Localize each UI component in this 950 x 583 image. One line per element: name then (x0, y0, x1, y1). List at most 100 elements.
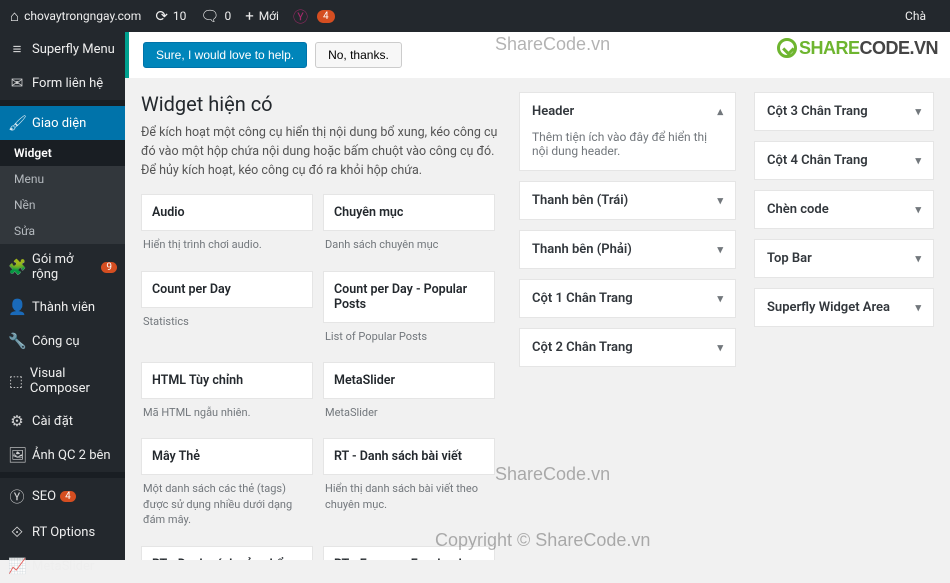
menu-item[interactable]: ✉Form liên hệ (0, 66, 125, 100)
comments-count: 0 (224, 9, 231, 23)
menu-item[interactable]: ⟐RT Options (0, 515, 125, 549)
site-title: chovaytrongngay.com (24, 9, 141, 23)
widget-area[interactable]: Thanh bên (Trái) ▾ (519, 181, 736, 220)
menu-item[interactable]: 🧩Gói mở rộng9 (0, 244, 125, 290)
menu-label: Công cụ (32, 334, 80, 349)
submenu-item[interactable]: Menu (0, 166, 125, 192)
main-content: Sure, I would love to help. No, thanks. … (125, 32, 950, 560)
available-widget[interactable]: RT - Danh sách sản phẩmHiển thị danh sác… (141, 546, 313, 560)
widget-area-header[interactable]: Header ▴ (520, 93, 735, 130)
submenu-item[interactable]: Sửa (0, 218, 125, 244)
chevron-down-icon: ▾ (915, 154, 921, 167)
widget-title: Count per Day - Popular Posts (323, 271, 495, 323)
submenu-item[interactable]: Widget (0, 140, 125, 166)
update-icon: ⟳ (155, 7, 168, 25)
widget-title: Mây Thẻ (141, 438, 313, 475)
widget-description: MetaSlider (323, 399, 495, 428)
new-label: Mới (259, 9, 279, 23)
widget-area-header[interactable]: Cột 2 Chân Trang ▾ (520, 329, 735, 366)
widget-area-header[interactable]: Cột 1 Chân Trang ▾ (520, 280, 735, 317)
greeting: Chà (905, 9, 926, 23)
available-widget[interactable]: Count per DayStatistics (141, 271, 313, 352)
widget-area-description: Thêm tiện ích vào đây để hiển thị nội du… (520, 130, 735, 170)
new-content-link[interactable]: +Mới (245, 7, 279, 25)
notice-no-button[interactable]: No, thanks. (315, 42, 402, 68)
menu-label: Giao diện (32, 116, 86, 131)
widget-title: Chuyên mục (323, 194, 495, 231)
menu-label: Cài đặt (32, 414, 73, 429)
menu-item[interactable]: 🖼 Ảnh QC 2 bên (0, 438, 125, 472)
widget-area-title: Chèn code (767, 202, 829, 217)
widget-area-header[interactable]: Thanh bên (Phải) ▾ (520, 231, 735, 268)
menu-label: SEO (32, 489, 56, 504)
menu-item[interactable]: ⚙Cài đặt (0, 404, 125, 438)
menu-label: Ảnh QC 2 bên (32, 448, 111, 463)
available-widget[interactable]: Count per Day - Popular PostsList of Pop… (323, 271, 495, 352)
menu-icon: ✉ (8, 74, 26, 92)
menu-item[interactable]: ≡Superfly Menu (0, 32, 125, 66)
available-widget[interactable]: RT - Danh sách bài viếtHiển thị danh sác… (323, 438, 495, 535)
available-widget[interactable]: Mây ThẻMột danh sách các thẻ (tags) được… (141, 438, 313, 535)
menu-label: Gói mở rộng (32, 252, 97, 282)
widget-area-header[interactable]: Superfly Widget Area ▾ (755, 289, 933, 326)
widget-area[interactable]: Superfly Widget Area ▾ (754, 288, 934, 327)
menu-icon: ≡ (8, 40, 26, 58)
available-widget[interactable]: HTML Tùy chỉnhMã HTML ngẫu nhiên. (141, 362, 313, 428)
widget-area-header[interactable]: Chèn code ▾ (755, 191, 933, 228)
notice-yes-button[interactable]: Sure, I would love to help. (143, 42, 307, 68)
widget-area[interactable]: Cột 3 Chân Trang ▾ (754, 92, 934, 131)
menu-item[interactable]: ⬚Visual Composer (0, 358, 125, 404)
chevron-down-icon: ▾ (717, 194, 723, 207)
menu-label: RT Options (32, 525, 95, 540)
widget-title: Audio (141, 194, 313, 231)
widget-title: Count per Day (141, 271, 313, 308)
available-widgets-column: Widget hiện có Để kích hoạt một công cụ … (141, 92, 501, 560)
comments-link[interactable]: 🗨0 (200, 7, 231, 25)
widget-area-header[interactable]: Thanh bên (Trái) ▾ (520, 182, 735, 219)
widget-area-header[interactable]: Top Bar ▾ (755, 240, 933, 277)
menu-appearance[interactable]: 🖌 Giao diện (0, 106, 125, 140)
page-description: Để kích hoạt một công cụ hiển thị nội du… (141, 124, 501, 180)
menu-label: Visual Composer (30, 366, 117, 396)
widget-area[interactable]: Header ▴ Thêm tiện ích vào đây để hiển t… (519, 92, 736, 171)
available-widget[interactable]: MetaSliderMetaSlider (323, 362, 495, 428)
comment-icon: 🗨 (200, 7, 219, 25)
top-right[interactable]: Chà (905, 9, 926, 23)
admin-toolbar: ⌂chovaytrongngay.com ⟳10 🗨0 +Mới Ⓨ4 Chà (0, 0, 950, 32)
brush-icon: 🖌 (8, 114, 26, 132)
menu-label: Thành viên (32, 300, 95, 315)
site-home-link[interactable]: ⌂ chovaytrongngay.com (10, 7, 141, 25)
widget-area[interactable]: Cột 1 Chân Trang ▾ (519, 279, 736, 318)
yoast-link[interactable]: Ⓨ4 (293, 6, 335, 27)
widget-area[interactable]: Thanh bên (Phải) ▾ (519, 230, 736, 269)
widget-area[interactable]: Cột 4 Chân Trang ▾ (754, 141, 934, 180)
menu-item[interactable]: 📈MetaSlider (0, 549, 125, 583)
available-widget[interactable]: RT - Fanpage FacebookThêm like fanpage (323, 546, 495, 560)
widget-area[interactable]: Cột 2 Chân Trang ▾ (519, 328, 736, 367)
widget-area-header[interactable]: Cột 4 Chân Trang ▾ (755, 142, 933, 179)
updates-link[interactable]: ⟳ 10 (155, 7, 186, 25)
menu-item[interactable]: 🔧Công cụ (0, 324, 125, 358)
widget-description: Statistics (141, 308, 313, 337)
menu-icon: 🖼 (8, 446, 26, 464)
widget-description: Hiển thị danh sách bài viết theo chuyên … (323, 475, 495, 520)
updates-count: 10 (173, 9, 187, 23)
widget-area[interactable]: Chèn code ▾ (754, 190, 934, 229)
available-widget[interactable]: AudioHiển thị trình chơi audio. (141, 194, 313, 260)
menu-item[interactable]: ⓎSEO4 (0, 478, 125, 515)
widget-area[interactable]: Top Bar ▾ (754, 239, 934, 278)
menu-icon: 👤 (8, 298, 26, 316)
widget-description: Hiển thị trình chơi audio. (141, 231, 313, 260)
widget-areas-column: Header ▴ Thêm tiện ích vào đây để hiển t… (519, 92, 736, 560)
submenu-item[interactable]: Nền (0, 192, 125, 218)
menu-label: MetaSlider (32, 559, 94, 574)
widget-description: List of Popular Posts (323, 323, 495, 352)
widget-area-title: Thanh bên (Trái) (532, 193, 628, 208)
widget-areas-column-2: Cột 3 Chân Trang ▾ Cột 4 Chân Trang ▾ Ch… (754, 92, 934, 560)
home-icon: ⌂ (10, 7, 19, 25)
widget-area-title: Superfly Widget Area (767, 300, 890, 315)
chevron-down-icon: ▾ (717, 243, 723, 256)
widget-area-header[interactable]: Cột 3 Chân Trang ▾ (755, 93, 933, 130)
available-widget[interactable]: Chuyên mụcDanh sách chuyên mục (323, 194, 495, 260)
menu-item[interactable]: 👤 Thành viên (0, 290, 125, 324)
